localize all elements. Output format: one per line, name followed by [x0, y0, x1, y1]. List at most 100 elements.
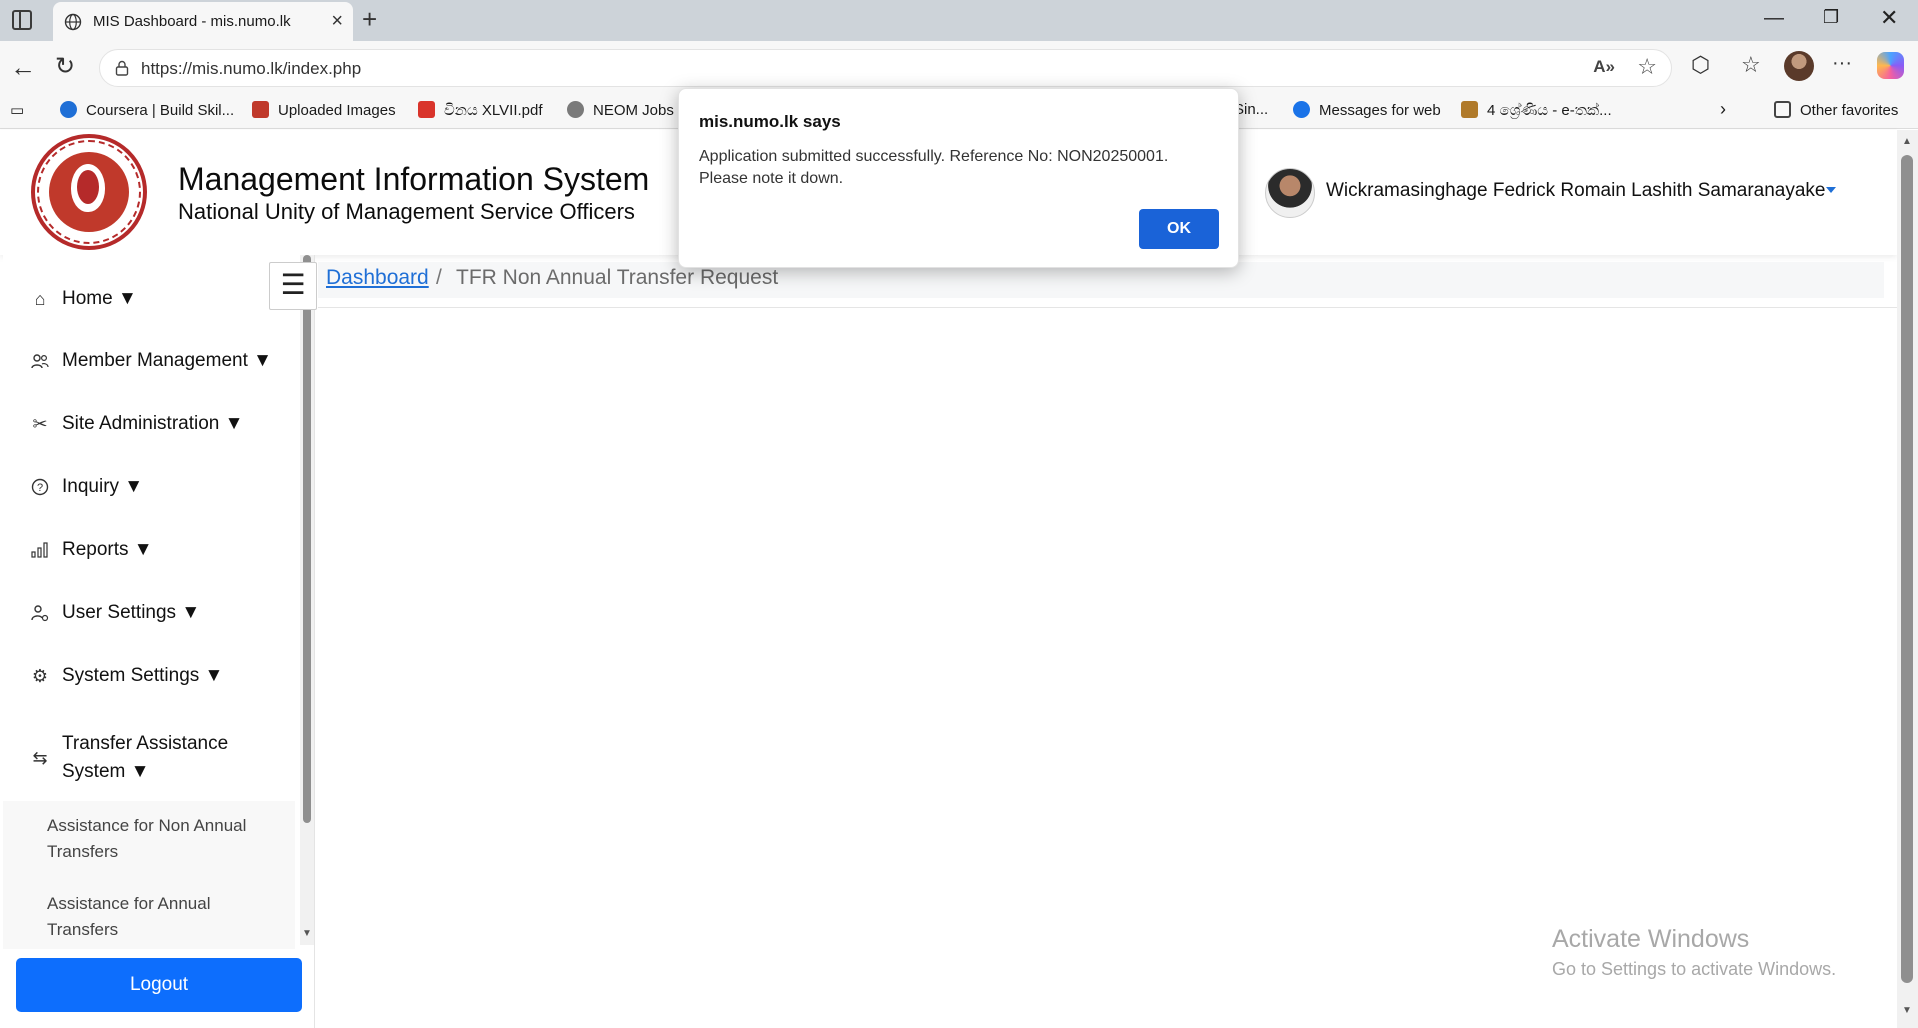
home-icon: ⌂	[34, 288, 46, 309]
sidebar-item-label: Inquiry ▼	[62, 476, 144, 497]
sidebar: ⌂ Home ▼ Member Management ▼ ✂ Site Admi…	[3, 255, 315, 1028]
favorite-star-icon[interactable]: ☆	[1637, 54, 1657, 80]
alert-dialog: mis.numo.lk says Application submitted s…	[678, 88, 1239, 268]
system-subtitle: National Unity of Management Service Off…	[178, 199, 635, 224]
other-favorites-label: Other favorites	[1800, 102, 1899, 119]
address-bar: ← ↻ https://mis.numo.lk/index.php A» ☆ ⬡…	[0, 41, 1918, 94]
url-field[interactable]: https://mis.numo.lk/index.php A» ☆	[99, 49, 1672, 87]
minimize-icon[interactable]: —	[1764, 7, 1784, 30]
logo-ring	[37, 140, 141, 244]
site-info-icon[interactable]	[114, 60, 130, 76]
caret-down-icon[interactable]	[1826, 187, 1836, 193]
more-options-icon[interactable]: ···	[1832, 52, 1852, 75]
neom-icon	[567, 101, 584, 118]
transfer-icon: ⇆	[32, 747, 48, 768]
bar-chart-icon	[30, 540, 50, 560]
bookmark-label: 4 ශ්‍රේණිය - e-තක්...	[1487, 102, 1612, 119]
tools-icon: ✂	[32, 413, 48, 434]
submenu-non-annual-transfers[interactable]: Assistance for Non Annual Transfers	[47, 813, 277, 865]
transfer-submenu: Assistance for Non Annual Transfers Assi…	[3, 801, 295, 949]
system-title: Management Information System	[178, 161, 650, 197]
sidebar-item-site-administration[interactable]: ✂ Site Administration ▼	[3, 410, 295, 438]
pdf-icon	[418, 101, 435, 118]
extensions-icon[interactable]: ⬡	[1691, 52, 1710, 78]
profile-avatar-icon[interactable]	[1784, 51, 1814, 81]
hamburger-menu-icon[interactable]: ☰	[269, 262, 317, 310]
dialog-message: Application submitted successfully. Refe…	[699, 148, 1169, 187]
messages-icon	[1293, 101, 1310, 118]
browser-titlebar: MIS Dashboard - mis.numo.lk × + — ❐ ✕	[0, 0, 1918, 41]
submenu-annual-transfers[interactable]: Assistance for Annual Transfers	[47, 891, 277, 943]
sidebar-item-transfer-assistance[interactable]: ⇆ Transfer Assistance System ▼	[3, 730, 295, 786]
main-divider	[318, 307, 1897, 308]
bookmark-e-thaksalawa[interactable]: 4 ශ්‍රේණිය - e-තක්...	[1461, 101, 1612, 119]
svg-text:?: ?	[37, 482, 43, 494]
reading-list-icon[interactable]: ▭	[10, 101, 24, 119]
sidebar-item-member-management[interactable]: Member Management ▼	[3, 347, 295, 375]
crest-icon	[1461, 101, 1478, 118]
sidebar-item-label: Reports ▼	[62, 539, 153, 560]
close-window-icon[interactable]: ✕	[1880, 5, 1898, 31]
copilot-icon[interactable]	[1877, 52, 1904, 79]
bookmark-label: විනය XLVII.pdf	[444, 102, 543, 119]
sidebar-item-label: System Settings ▼	[62, 665, 224, 686]
browser-tab[interactable]: MIS Dashboard - mis.numo.lk ×	[53, 2, 353, 41]
sidebar-item-reports[interactable]: Reports ▼	[3, 536, 295, 564]
refresh-icon[interactable]: ↻	[55, 52, 75, 81]
sidebar-item-home[interactable]: ⌂ Home ▼	[3, 285, 295, 313]
bookmark-label: Uploaded Images	[278, 102, 396, 119]
user-name-dropdown[interactable]: Wickramasinghage Fedrick Romain Lashith …	[1326, 180, 1826, 202]
scroll-up-arrow-icon[interactable]: ▲	[1902, 136, 1912, 147]
sidebar-item-label: Home ▼	[62, 288, 137, 309]
bookmark-label: NEOM Jobs	[593, 102, 674, 119]
sidebar-item-inquiry[interactable]: ? Inquiry ▼	[3, 473, 295, 501]
new-tab-icon[interactable]: +	[362, 4, 377, 35]
user-gear-icon	[30, 603, 50, 623]
tab-title: MIS Dashboard - mis.numo.lk	[93, 13, 291, 30]
bookmark-label: Messages for web	[1319, 102, 1441, 119]
url-text: https://mis.numo.lk/index.php	[141, 59, 362, 78]
logout-button[interactable]: Logout	[16, 958, 302, 1012]
scroll-down-arrow-icon[interactable]: ▼	[1902, 1005, 1912, 1016]
ok-button[interactable]: OK	[1139, 209, 1219, 249]
sidebar-item-system-settings[interactable]: ⚙ System Settings ▼	[3, 662, 295, 690]
tab-actions-icon[interactable]	[12, 10, 32, 30]
back-icon[interactable]: ←	[10, 52, 36, 83]
bookmark-neom-jobs[interactable]: NEOM Jobs	[567, 101, 674, 119]
sidebar-item-label: Site Administration ▼	[62, 413, 244, 434]
sidebar-item-user-settings[interactable]: User Settings ▼	[3, 599, 295, 627]
close-tab-icon[interactable]: ×	[331, 10, 343, 33]
activate-windows-subtitle: Go to Settings to activate Windows.	[1552, 959, 1837, 979]
sidebar-item-label: Member Management ▼	[62, 350, 272, 371]
bookmark-uploaded-images[interactable]: Uploaded Images	[252, 101, 396, 119]
breadcrumb-dashboard-link[interactable]: Dashboard	[326, 266, 429, 290]
activate-windows-title: Activate Windows	[1552, 925, 1750, 953]
bookmark-sin[interactable]: Sin...	[1234, 101, 1268, 118]
users-icon	[30, 351, 50, 371]
bookmark-messages[interactable]: Messages for web	[1293, 101, 1441, 119]
question-icon: ?	[30, 477, 50, 497]
gear-icon: ⚙	[31, 665, 49, 686]
bookmark-label: Coursera | Build Skil...	[86, 102, 235, 119]
page-scroll-thumb[interactable]	[1901, 155, 1913, 983]
user-avatar[interactable]	[1265, 168, 1315, 218]
other-favorites[interactable]: Other favorites	[1774, 101, 1898, 119]
breadcrumb-separator: /	[436, 266, 442, 289]
folder-icon	[1774, 101, 1791, 118]
globe-icon	[64, 13, 82, 31]
favorites-icon[interactable]: ☆	[1741, 52, 1761, 78]
bookmark-label: Sin...	[1234, 101, 1269, 118]
restore-icon[interactable]: ❐	[1823, 7, 1839, 28]
sidebar-scroll-thumb[interactable]	[303, 255, 311, 823]
chevron-right-icon[interactable]: ›	[1720, 99, 1726, 120]
bookmark-coursera[interactable]: Coursera | Build Skil...	[60, 101, 234, 119]
coursera-icon	[60, 101, 77, 118]
organization-logo	[31, 134, 147, 250]
bookmark-pdf[interactable]: විනය XLVII.pdf	[418, 101, 543, 119]
sidebar-item-label: User Settings ▼	[62, 602, 201, 623]
dialog-title: mis.numo.lk says	[699, 112, 841, 131]
scroll-down-arrow-icon[interactable]: ▼	[302, 928, 312, 939]
image-icon	[252, 101, 269, 118]
read-aloud-icon[interactable]: A»	[1593, 57, 1615, 77]
breadcrumb-current-page: TFR Non Annual Transfer Request	[456, 266, 779, 289]
